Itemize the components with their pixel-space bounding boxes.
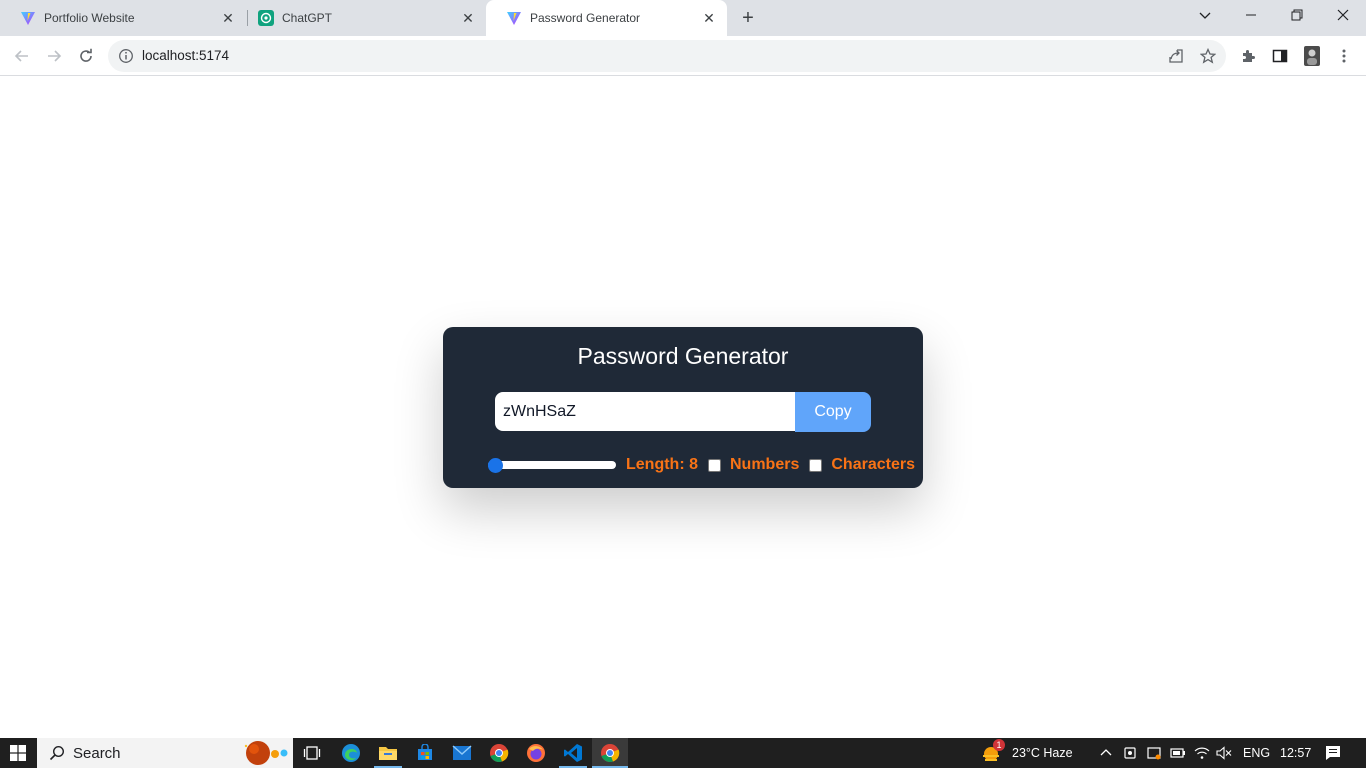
minimize-icon[interactable]: [1228, 0, 1274, 30]
password-field[interactable]: [495, 392, 795, 431]
back-icon[interactable]: [8, 42, 36, 70]
length-label: Length: 8: [626, 456, 698, 473]
chevron-up-icon[interactable]: [1098, 745, 1114, 761]
url-text[interactable]: localhost:5174: [142, 48, 229, 63]
slider-thumb[interactable]: [488, 458, 503, 473]
microsoft-store-icon[interactable]: [413, 741, 437, 765]
search-highlight-icon: [242, 740, 292, 766]
forward-icon[interactable]: [40, 42, 68, 70]
characters-label: Characters: [831, 456, 915, 473]
length-slider[interactable]: [488, 458, 616, 473]
windows-taskbar: Search 1 23°C Haze ENG 12:57: [0, 738, 1366, 768]
windows-start-icon[interactable]: [0, 738, 36, 768]
notifications-icon[interactable]: [1325, 745, 1341, 761]
wifi-icon[interactable]: [1194, 745, 1210, 761]
task-view-icon[interactable]: [300, 741, 324, 765]
copy-button[interactable]: Copy: [795, 392, 871, 432]
search-icon: [49, 745, 65, 761]
tab-search-chevron-icon[interactable]: [1182, 0, 1228, 30]
file-explorer-icon[interactable]: [376, 741, 400, 765]
search-label: Search: [73, 744, 121, 762]
profile-avatar[interactable]: [1300, 44, 1324, 68]
chrome-icon[interactable]: [487, 741, 511, 765]
vite-icon: [20, 10, 36, 26]
options-row: Length: 8 Numbers Characters: [488, 455, 915, 475]
battery-icon[interactable]: [1170, 745, 1186, 761]
chrome-active-icon[interactable]: [598, 741, 622, 765]
weather-badge: 1: [993, 739, 1005, 751]
clock[interactable]: 12:57: [1280, 738, 1311, 768]
language-indicator[interactable]: ENG: [1243, 738, 1270, 768]
tab-portfolio-website[interactable]: Portfolio Website ✕: [0, 0, 246, 36]
site-info-icon[interactable]: [118, 48, 134, 64]
slider-track: [488, 461, 616, 469]
share-icon[interactable]: [1166, 46, 1186, 66]
tab-title: ChatGPT: [282, 11, 333, 25]
extensions-icon[interactable]: [1236, 44, 1260, 68]
characters-checkbox[interactable]: [809, 458, 823, 472]
vite-icon: [506, 10, 522, 26]
browser-toolbar: localhost:5174: [0, 36, 1366, 76]
bookmark-star-icon[interactable]: [1198, 46, 1218, 66]
close-tab-icon[interactable]: ✕: [701, 10, 717, 26]
side-panel-icon[interactable]: [1268, 44, 1292, 68]
meet-now-icon[interactable]: [1122, 745, 1138, 761]
numbers-checkbox[interactable]: [708, 458, 721, 472]
taskbar-search-box[interactable]: Search: [37, 738, 293, 768]
address-bar[interactable]: localhost:5174: [108, 40, 1226, 72]
tab-title: Password Generator: [530, 11, 641, 25]
tab-password-generator[interactable]: Password Generator ✕: [486, 0, 727, 36]
tab-strip: Portfolio Website ✕ ChatGPT ✕ Password G…: [0, 0, 1366, 36]
edge-icon[interactable]: [339, 741, 363, 765]
tab-title: Portfolio Website: [44, 11, 135, 25]
weather-text[interactable]: 23°C Haze: [1012, 738, 1073, 768]
close-window-icon[interactable]: [1320, 0, 1366, 30]
reload-icon[interactable]: [72, 42, 100, 70]
chatgpt-icon: [258, 10, 274, 26]
numbers-label: Numbers: [730, 456, 800, 473]
firefox-icon[interactable]: [524, 741, 548, 765]
vscode-icon[interactable]: [561, 741, 585, 765]
new-tab-icon[interactable]: +: [736, 6, 760, 30]
close-tab-icon[interactable]: ✕: [220, 10, 236, 26]
volume-muted-icon[interactable]: [1216, 745, 1232, 761]
app-title: Password Generator: [577, 343, 789, 369]
restore-icon[interactable]: [1274, 0, 1320, 30]
close-tab-icon[interactable]: ✕: [460, 10, 476, 26]
password-generator-card: Password Generator Copy Length: 8 Number…: [443, 327, 923, 488]
screen-capture-icon[interactable]: [1146, 745, 1162, 761]
browser-menu-icon[interactable]: [1332, 44, 1356, 68]
mail-icon[interactable]: [450, 741, 474, 765]
tab-chatgpt[interactable]: ChatGPT ✕: [238, 0, 486, 36]
